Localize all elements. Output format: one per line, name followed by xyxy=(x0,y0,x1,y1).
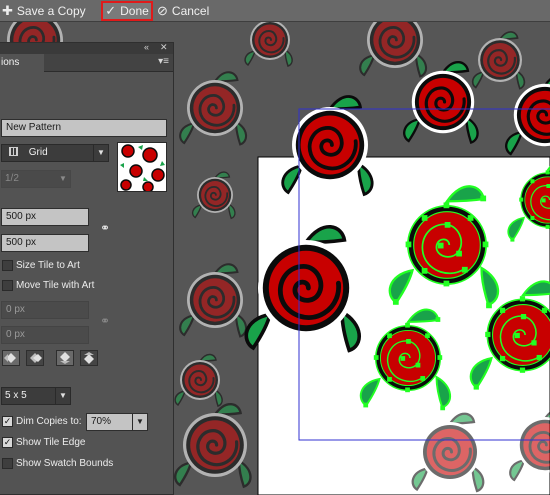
panel-tab-row: ions ▾≡ xyxy=(0,54,173,72)
tile-type-value: Grid xyxy=(28,147,48,158)
move-tile-with-art-checkbox[interactable] xyxy=(2,280,13,291)
close-panel-icon[interactable]: ✕ xyxy=(160,42,168,53)
pattern-swatch-preview xyxy=(117,142,167,192)
collapse-panel-icon[interactable]: « xyxy=(144,42,149,52)
v-spacing-input: 0 px xyxy=(1,326,89,344)
cancel-label: Cancel xyxy=(171,4,210,18)
dim-copies-input[interactable]: 70% ▼ xyxy=(86,413,148,431)
chevron-down-icon: ▼ xyxy=(132,414,147,430)
chevron-down-icon: ▼ xyxy=(93,145,108,161)
link-proportions-icon[interactable]: ⚭ xyxy=(100,221,110,235)
cancel-button[interactable]: ⊘ Cancel xyxy=(157,2,209,20)
h-spacing-input: 0 px xyxy=(1,301,89,319)
grid-icon xyxy=(9,147,18,156)
tile-type-dropdown[interactable]: Grid ▼ xyxy=(1,144,109,162)
chevron-down-icon: ▼ xyxy=(59,174,67,183)
checkmark-icon: ✓ xyxy=(105,3,117,18)
copies-value: 5 x 5 xyxy=(5,390,27,401)
move-tile-with-art-label: Move Tile with Art xyxy=(16,280,95,291)
size-tile-to-art-checkbox[interactable] xyxy=(2,260,13,271)
panel-menu-icon[interactable]: ▾≡ xyxy=(158,56,169,67)
show-tile-edge-label: Show Tile Edge xyxy=(16,437,86,448)
done-label: Done xyxy=(120,4,149,18)
dim-copies-value: 70% xyxy=(91,416,112,427)
pattern-edit-bar: ✚ Save a Copy ✓ Done ⊘ Cancel xyxy=(0,0,550,22)
size-tile-to-art-label: Size Tile to Art xyxy=(16,260,80,271)
plus-icon: ✚ xyxy=(2,3,13,18)
overlap-icons-glyphs xyxy=(4,352,94,364)
show-swatch-bounds-checkbox[interactable] xyxy=(2,458,13,469)
tab-pattern-options[interactable]: ions xyxy=(0,54,44,72)
save-a-copy-label: Save a Copy xyxy=(16,4,86,18)
tile-width-input[interactable]: 500 px xyxy=(1,208,89,226)
tile-height-input[interactable]: 500 px xyxy=(1,234,89,252)
link-spacing-icon: ⚭ xyxy=(100,314,111,328)
brick-offset-dropdown: 1/2 ▼ xyxy=(1,170,71,188)
dim-copies-checkbox[interactable]: ✓ xyxy=(2,416,13,427)
cancel-icon: ⊘ xyxy=(157,3,168,18)
tab-pattern-options-label: ions xyxy=(1,57,20,68)
brick-offset-value: 1/2 xyxy=(5,173,19,184)
chevron-down-icon: ▼ xyxy=(55,388,70,404)
done-button[interactable]: ✓ Done xyxy=(101,1,153,21)
save-a-copy-button[interactable]: ✚ Save a Copy xyxy=(2,2,86,20)
show-swatch-bounds-label: Show Swatch Bounds xyxy=(16,458,114,469)
copies-dropdown[interactable]: 5 x 5 ▼ xyxy=(1,387,71,405)
panel-title-bar[interactable]: « ✕ xyxy=(0,42,173,54)
dim-copies-label: Dim Copies to: xyxy=(16,416,82,427)
show-tile-edge-checkbox[interactable]: ✓ xyxy=(2,437,13,448)
pattern-name-input[interactable]: New Pattern xyxy=(1,119,167,137)
pattern-options-panel: « ✕ ions ▾≡ New Pattern Grid ▼ 1/2 ▼ 500… xyxy=(0,42,174,495)
